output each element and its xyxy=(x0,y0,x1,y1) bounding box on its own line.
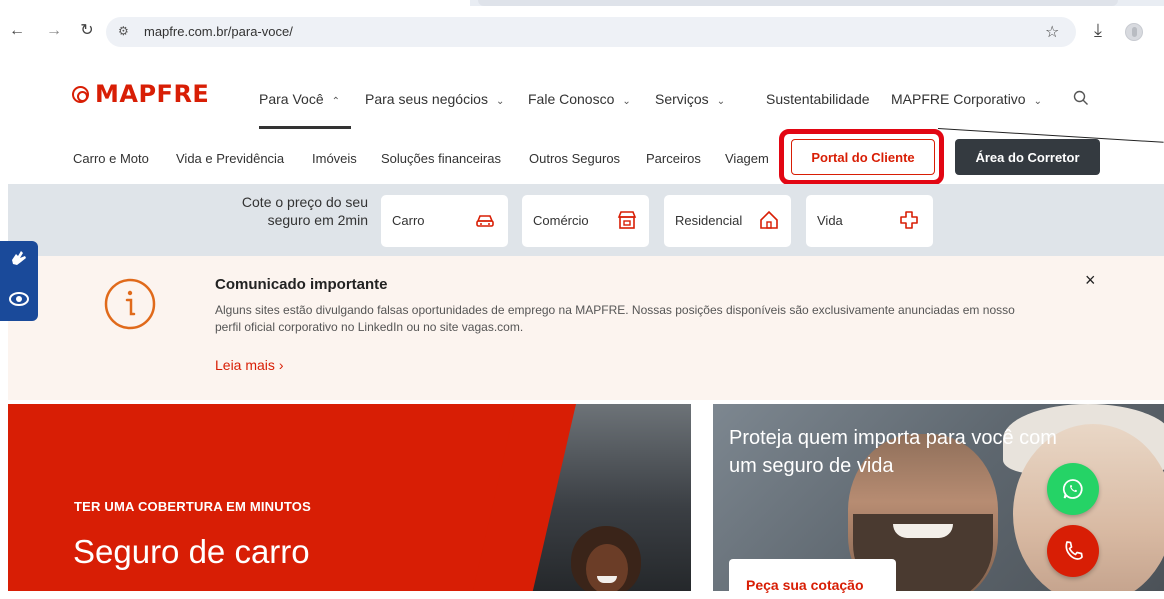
read-more-link[interactable]: Leia mais › xyxy=(215,357,283,373)
download-icon[interactable]: ⤓ xyxy=(1094,20,1102,41)
hero-car-kicker: TER UMA COBERTURA EM MINUTOS xyxy=(74,499,311,514)
subnav-outros-seguros[interactable]: Outros Seguros xyxy=(529,151,620,166)
mapfre-logo[interactable]: MAPFRE xyxy=(72,80,209,108)
quote-card-comercio[interactable]: Comércio xyxy=(522,195,649,247)
chevron-down-icon: ⌄ xyxy=(495,96,505,107)
subnav-carro-e-moto[interactable]: Carro e Moto xyxy=(73,151,149,166)
driver-photo xyxy=(571,526,641,591)
phone-icon xyxy=(1065,541,1083,560)
health-cross-icon xyxy=(900,211,918,229)
notice-title: Comunicado importante xyxy=(215,276,388,293)
nav-fale-conosco[interactable]: Fale Conosco ⌄ xyxy=(528,91,631,107)
whatsapp-button[interactable] xyxy=(1047,463,1099,515)
sign-language-icon[interactable] xyxy=(9,248,29,268)
quote-card-label: Residencial xyxy=(675,213,743,228)
man-smile-photo xyxy=(893,524,953,538)
quote-card-residencial[interactable]: Residencial xyxy=(664,195,791,247)
whatsapp-icon xyxy=(1062,479,1083,499)
chevron-down-icon: ⌄ xyxy=(716,96,726,107)
subnav-solucoes-financeiras[interactable]: Soluções financeiras xyxy=(381,151,501,166)
notice-body: Alguns sites estão divulgando falsas opo… xyxy=(215,303,1015,334)
nav-servicos[interactable]: Serviços ⌄ xyxy=(655,91,725,107)
url-text[interactable]: mapfre.com.br/para-voce/ xyxy=(144,24,293,39)
request-quote-button[interactable]: Peça sua cotação xyxy=(729,559,896,599)
nav-para-seus-negocios[interactable]: Para seus negócios ⌄ xyxy=(365,91,504,107)
nav-mapfre-corporativo[interactable]: MAPFRE Corporativo ⌄ xyxy=(891,91,1042,107)
quote-card-carro[interactable]: Carro xyxy=(381,195,508,247)
active-nav-indicator xyxy=(259,126,351,129)
quote-prompt: Cote o preço do seu seguro em 2min xyxy=(241,194,368,228)
quote-card-label: Vida xyxy=(817,213,843,228)
phone-call-button[interactable] xyxy=(1047,525,1099,577)
portal-do-cliente-button[interactable]: Portal do Cliente xyxy=(791,139,935,175)
profile-avatar[interactable] xyxy=(1125,23,1143,41)
quote-card-label: Carro xyxy=(392,213,425,228)
bookmark-star-icon[interactable]: ☆ xyxy=(1045,22,1059,42)
chevron-up-icon: ⌃ xyxy=(331,96,340,107)
subnav-vida-e-previdencia[interactable]: Vida e Previdência xyxy=(176,151,284,166)
house-icon xyxy=(760,210,778,229)
search-icon[interactable] xyxy=(1073,90,1089,106)
store-icon xyxy=(617,211,637,229)
nav-para-voce[interactable]: Para Você ⌃ xyxy=(259,91,340,107)
quote-card-label: Comércio xyxy=(533,213,589,228)
back-icon[interactable]: ← xyxy=(8,22,26,40)
chevron-down-icon: ⌄ xyxy=(622,96,631,107)
logo-text: MAPFRE xyxy=(95,80,210,108)
hero-life-title: Proteja quem importa para você com um se… xyxy=(729,427,1057,477)
quote-card-vida[interactable]: Vida xyxy=(806,195,933,247)
tab-strip xyxy=(0,0,1164,6)
chevron-right-icon: › xyxy=(278,357,284,373)
hero-car-title: Seguro de carro xyxy=(73,533,310,570)
chevron-down-icon: ⌄ xyxy=(1033,96,1042,107)
info-icon xyxy=(104,278,156,330)
nav-sustentabilidade[interactable]: Sustentabilidade xyxy=(766,91,870,107)
car-icon xyxy=(476,215,494,227)
area-do-corretor-button[interactable]: Área do Corretor xyxy=(955,139,1100,175)
inactive-tab[interactable] xyxy=(478,0,1118,6)
logo-emblem-icon xyxy=(72,85,89,103)
close-icon[interactable]: × xyxy=(1085,270,1096,291)
site-info-icon[interactable]: ⚙ xyxy=(118,24,129,38)
reload-icon[interactable]: ↻ xyxy=(78,22,96,40)
subnav-imoveis[interactable]: Imóveis xyxy=(312,151,357,166)
forward-icon[interactable]: → xyxy=(45,22,63,40)
subnav-parceiros[interactable]: Parceiros xyxy=(646,151,701,166)
eye-icon[interactable] xyxy=(8,290,30,308)
subnav-viagem[interactable]: Viagem xyxy=(725,151,769,166)
